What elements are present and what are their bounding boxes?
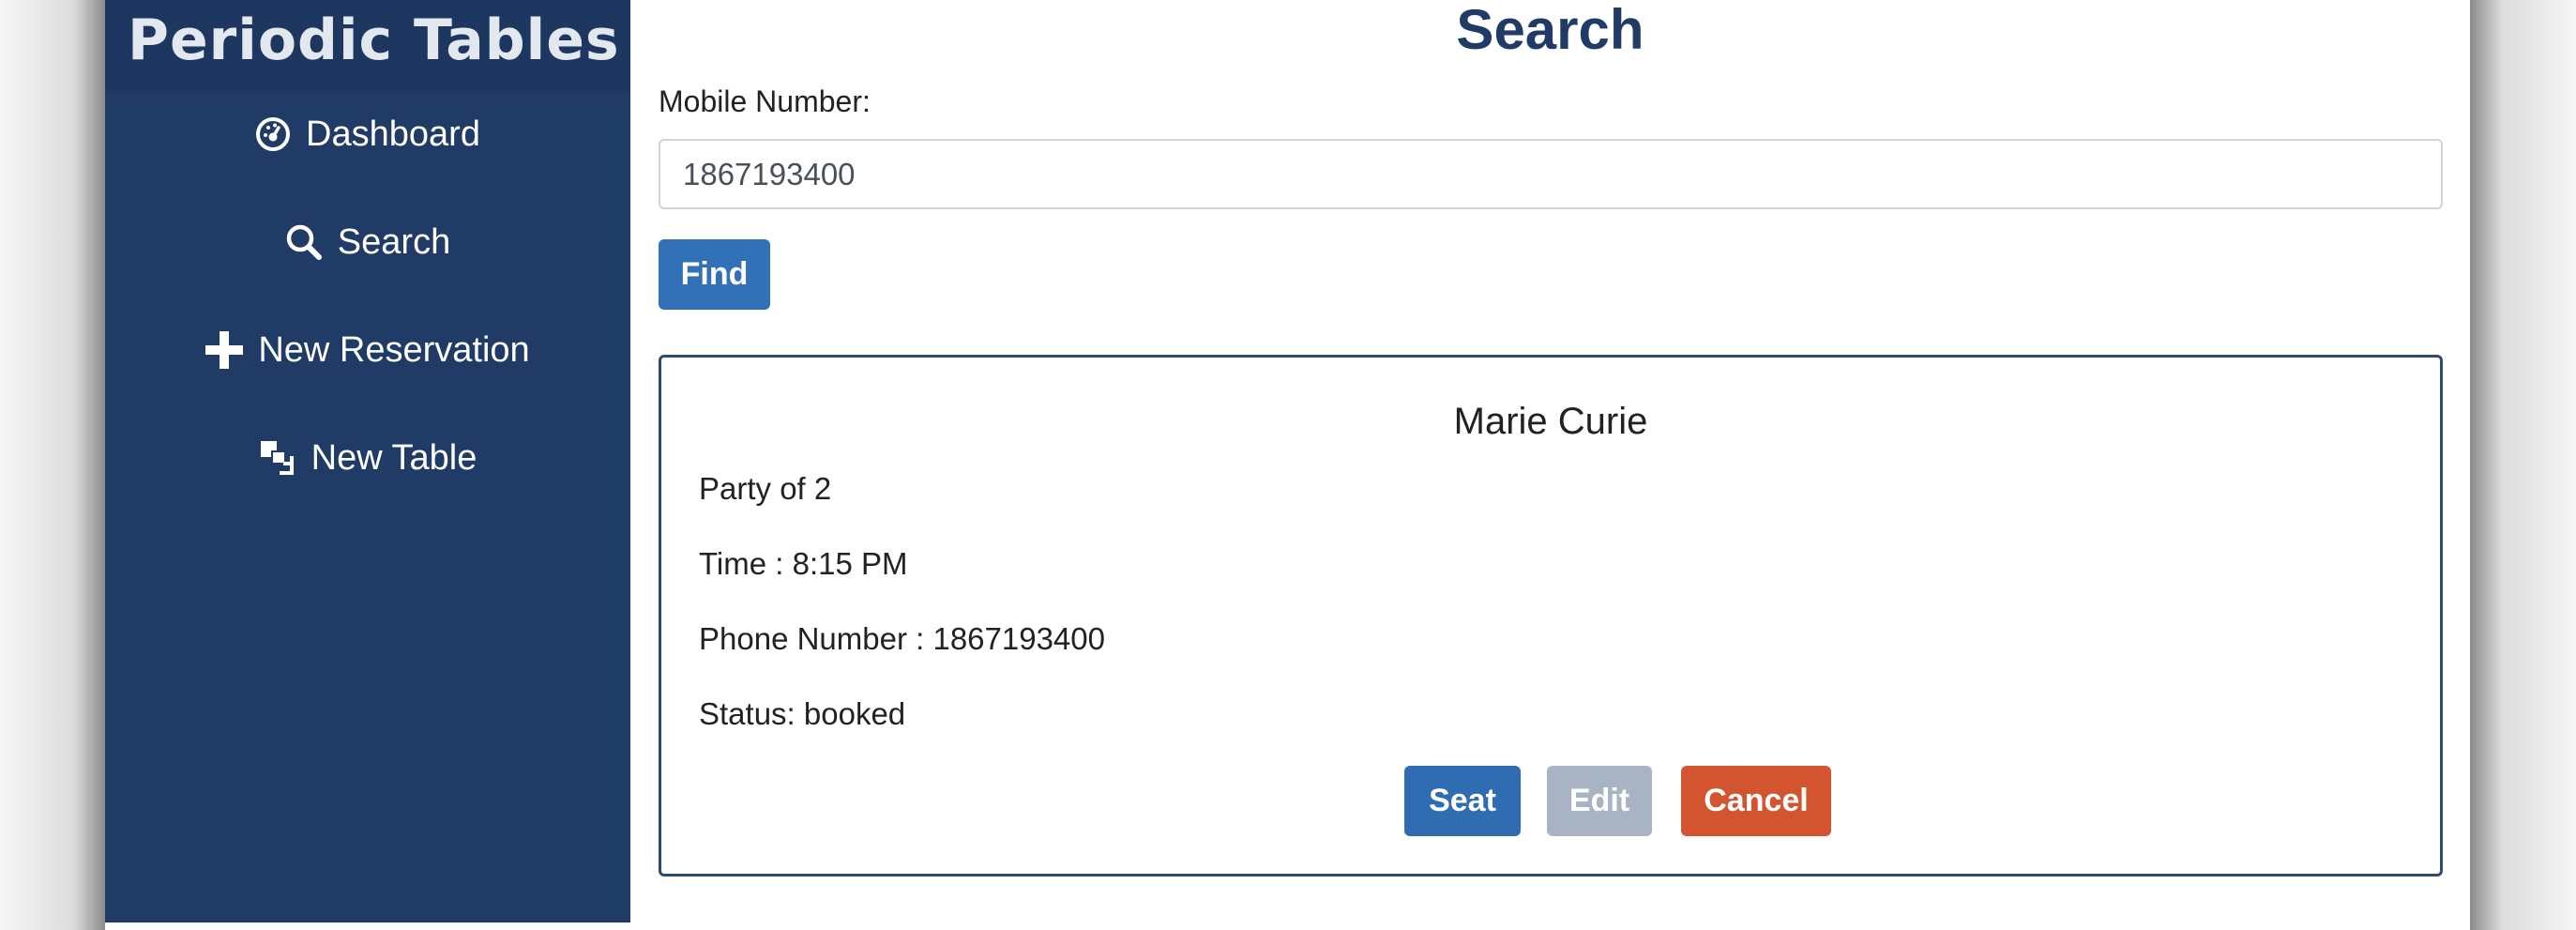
sidebar-item-label: New Reservation: [258, 329, 530, 370]
plus-icon: [205, 331, 244, 369]
sidebar-item-new-reservation[interactable]: New Reservation: [105, 317, 630, 383]
sidebar-item-label: Search: [337, 221, 451, 262]
reservation-phone: Phone Number : 1867193400: [699, 621, 1105, 656]
new-table-icon: [260, 441, 294, 475]
dashboard-icon: [256, 117, 291, 151]
sidebar: Periodic Tables Dashboard Search New Res…: [105, 0, 630, 922]
mobile-number-label: Mobile Number:: [659, 84, 871, 118]
cancel-button[interactable]: Cancel: [1681, 766, 1831, 836]
edit-button[interactable]: Edit: [1547, 766, 1652, 836]
sidebar-item-label: New Table: [311, 437, 477, 478]
main-content: Search Mobile Number: Find Marie Curie P…: [630, 0, 2470, 930]
window-shadow-left: [0, 0, 105, 930]
window-shadow-right: [2470, 0, 2576, 930]
reservation-time: Time : 8:15 PM: [699, 546, 908, 581]
sidebar-item-new-table[interactable]: New Table: [105, 425, 630, 491]
sidebar-item-label: Dashboard: [306, 114, 480, 154]
seat-button[interactable]: Seat: [1404, 766, 1521, 836]
sidebar-item-dashboard[interactable]: Dashboard: [105, 101, 630, 167]
page-title: Search: [1456, 0, 1644, 61]
search-icon: [286, 224, 322, 260]
brand-header: Periodic Tables: [105, 0, 630, 94]
app-window: Periodic Tables Dashboard Search New Res…: [105, 0, 2470, 930]
reservation-name: Marie Curie: [1453, 401, 1648, 442]
brand-title[interactable]: Periodic Tables: [128, 8, 620, 73]
mobile-number-input[interactable]: [659, 139, 2443, 209]
reservation-status: Status: booked: [699, 696, 906, 731]
reservation-party: Party of 2: [699, 471, 832, 506]
sidebar-item-search[interactable]: Search: [105, 209, 630, 275]
reservation-card: Marie Curie Party of 2 Time : 8:15 PM Ph…: [659, 355, 2443, 877]
find-button[interactable]: Find: [659, 239, 770, 310]
